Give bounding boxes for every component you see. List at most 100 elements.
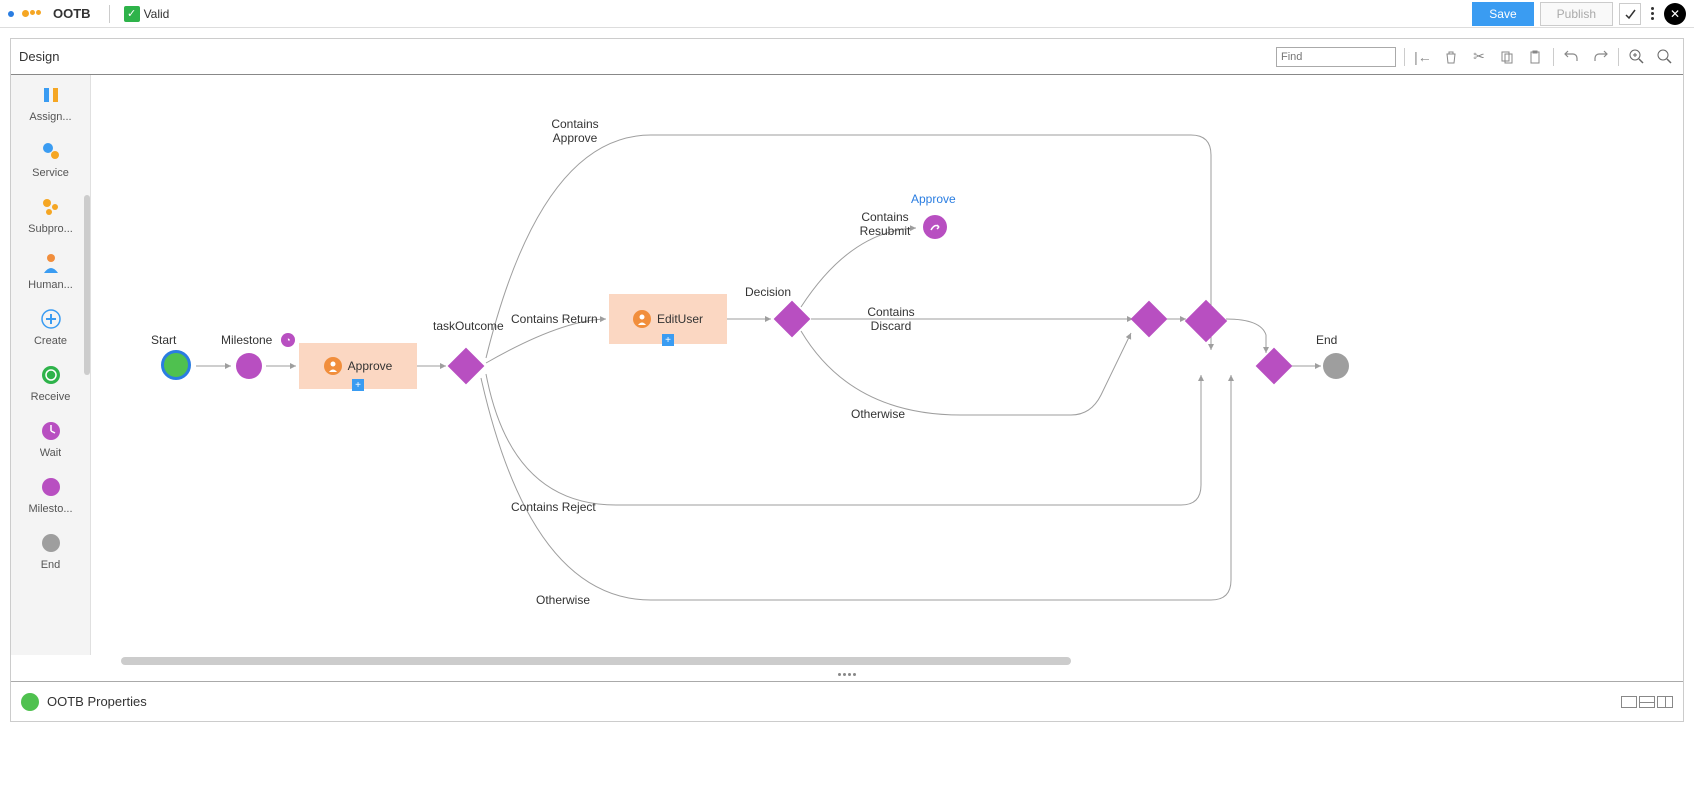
palette-item-end[interactable]: End bbox=[11, 523, 90, 579]
end-icon bbox=[39, 531, 63, 555]
page-title: OOTB bbox=[49, 6, 95, 21]
palette-item-receive[interactable]: Receive bbox=[11, 355, 90, 411]
layout-split-h-button[interactable] bbox=[1639, 696, 1655, 708]
palette-label: Human... bbox=[28, 279, 73, 291]
find-input[interactable] bbox=[1276, 47, 1396, 67]
assign-icon bbox=[39, 83, 63, 107]
publish-button[interactable]: Publish bbox=[1540, 2, 1613, 26]
copy-icon[interactable] bbox=[1497, 47, 1517, 67]
checkbox-icon[interactable] bbox=[1619, 3, 1641, 25]
edge-contains-resubmit: Contains Resubmit bbox=[855, 210, 915, 238]
palette-item-create[interactable]: Create bbox=[11, 299, 90, 355]
paste-icon[interactable] bbox=[1525, 47, 1545, 67]
palette-label: Receive bbox=[31, 391, 71, 403]
palette-item-wait[interactable]: Wait bbox=[11, 411, 90, 467]
separator bbox=[1553, 48, 1554, 66]
expand-icon[interactable]: + bbox=[662, 334, 674, 346]
edge-otherwise: Otherwise bbox=[536, 593, 590, 607]
create-icon bbox=[39, 307, 63, 331]
palette-label: Service bbox=[32, 167, 69, 179]
human-icon bbox=[633, 310, 651, 328]
gear-icon bbox=[22, 10, 41, 17]
layout-split-v-button[interactable] bbox=[1657, 696, 1673, 708]
canvas[interactable]: Start Milestone ◔ Approve + taskOutcome … bbox=[91, 75, 1683, 655]
palette-item-assign[interactable]: Assign... bbox=[11, 75, 90, 131]
edituser-task-node[interactable]: EditUser + bbox=[609, 294, 727, 344]
milestone-icon bbox=[39, 475, 63, 499]
edituser-task-label: EditUser bbox=[657, 312, 703, 326]
panel-drag-handle[interactable] bbox=[11, 667, 1683, 681]
palette-scrollbar[interactable] bbox=[84, 195, 90, 375]
approve-task-node[interactable]: Approve + bbox=[299, 343, 417, 389]
expand-icon[interactable]: + bbox=[352, 379, 364, 391]
separator bbox=[1404, 48, 1405, 66]
kebab-menu-icon[interactable] bbox=[1647, 7, 1658, 20]
valid-badge: ✓ Valid bbox=[124, 6, 170, 22]
check-icon: ✓ bbox=[124, 6, 140, 22]
topbar: OOTB ✓ Valid Save Publish ✕ bbox=[0, 0, 1694, 28]
palette-item-milestone[interactable]: Milesto... bbox=[11, 467, 90, 523]
goto-approve-link[interactable]: Approve bbox=[911, 192, 956, 206]
palette-label: Milesto... bbox=[28, 503, 72, 515]
layout-buttons bbox=[1621, 696, 1673, 708]
edge-otherwise2: Otherwise bbox=[851, 407, 905, 421]
properties-panel: OOTB Properties bbox=[11, 681, 1683, 721]
zoom-out-icon[interactable] bbox=[1655, 47, 1675, 67]
separator bbox=[1618, 48, 1619, 66]
service-icon bbox=[39, 139, 63, 163]
subprocess-icon bbox=[39, 195, 63, 219]
palette-label: Subpro... bbox=[28, 223, 73, 235]
toolbar-right: |← ✂ bbox=[1276, 47, 1675, 67]
status-dot-icon bbox=[8, 11, 14, 17]
receive-icon bbox=[39, 363, 63, 387]
layout-full-button[interactable] bbox=[1621, 696, 1637, 708]
end-label: End bbox=[1316, 333, 1337, 347]
approve-task-label: Approve bbox=[348, 359, 393, 373]
human-icon bbox=[324, 357, 342, 375]
designer-panel: Design |← ✂ bbox=[10, 38, 1684, 722]
design-tab-title: Design bbox=[19, 49, 59, 64]
delete-icon[interactable] bbox=[1441, 47, 1461, 67]
decision-label: Decision bbox=[745, 285, 791, 299]
separator bbox=[109, 5, 110, 23]
human-icon bbox=[39, 251, 63, 275]
milestone-node[interactable] bbox=[236, 353, 262, 379]
redo-icon[interactable] bbox=[1590, 47, 1610, 67]
palette-label: Assign... bbox=[29, 111, 71, 123]
palette-label: Create bbox=[34, 335, 67, 347]
palette-item-human[interactable]: Human... bbox=[11, 243, 90, 299]
palette-label: Wait bbox=[40, 447, 62, 459]
edge-contains-approve: Contains Approve bbox=[545, 117, 605, 145]
horizontal-scrollbar[interactable] bbox=[91, 657, 1673, 667]
main: Design |← ✂ bbox=[0, 28, 1694, 732]
valid-label: Valid bbox=[144, 7, 170, 21]
edge-contains-return: Contains Return bbox=[511, 312, 598, 326]
zoom-in-icon[interactable] bbox=[1627, 47, 1647, 67]
palette-item-subprocess[interactable]: Subpro... bbox=[11, 187, 90, 243]
goto-node[interactable] bbox=[923, 215, 947, 239]
design-toolbar: Design |← ✂ bbox=[11, 39, 1683, 75]
milestone-badge-icon: ◔ bbox=[281, 333, 295, 347]
canvas-row: Assign... Service Subpro... Human... Cre… bbox=[11, 75, 1683, 655]
edge-contains-reject: Contains Reject bbox=[511, 500, 596, 514]
palette-label: End bbox=[41, 559, 61, 571]
save-button[interactable]: Save bbox=[1472, 2, 1533, 26]
palette-item-service[interactable]: Service bbox=[11, 131, 90, 187]
goto-start-icon[interactable]: |← bbox=[1413, 47, 1433, 67]
cut-icon[interactable]: ✂ bbox=[1469, 47, 1489, 67]
milestone-label: Milestone bbox=[221, 333, 272, 347]
edge-contains-discard: Contains Discard bbox=[861, 305, 921, 333]
topbar-right: Save Publish ✕ bbox=[1472, 2, 1686, 26]
end-node[interactable] bbox=[1323, 353, 1349, 379]
start-node[interactable] bbox=[161, 350, 191, 380]
properties-title: OOTB Properties bbox=[47, 694, 147, 709]
close-icon[interactable]: ✕ bbox=[1664, 3, 1686, 25]
undo-icon[interactable] bbox=[1562, 47, 1582, 67]
start-label: Start bbox=[151, 333, 176, 347]
wait-icon bbox=[39, 419, 63, 443]
scrollbar-thumb[interactable] bbox=[121, 657, 1071, 665]
palette: Assign... Service Subpro... Human... Cre… bbox=[11, 75, 91, 655]
process-icon bbox=[21, 693, 39, 711]
topbar-left: OOTB ✓ Valid bbox=[8, 5, 169, 23]
taskoutcome-label: taskOutcome bbox=[433, 319, 503, 333]
